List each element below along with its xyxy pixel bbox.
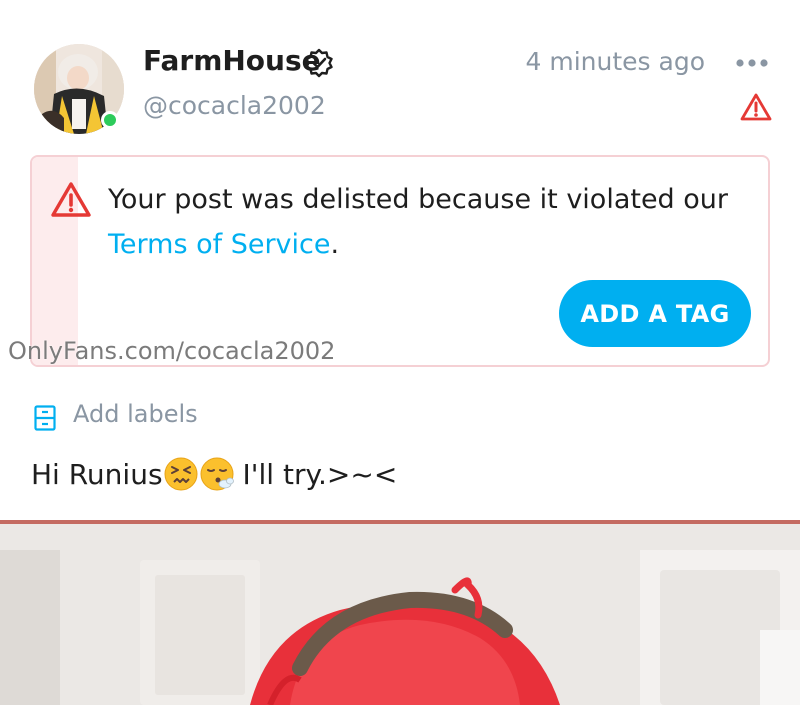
post-text: Hi Runius I'll try.>~< [31,457,397,491]
notice-message-text: Your post was delisted because it violat… [108,184,729,215]
notice-message: Your post was delisted because it violat… [108,177,748,267]
post-media-image[interactable] [0,520,800,705]
warning-icon[interactable] [740,92,772,122]
display-name[interactable]: FarmHouse [143,44,321,77]
confounded-face-emoji [164,457,198,491]
watermark: OnlyFans.com/cocacla2002 [8,337,336,365]
more-options-icon[interactable] [734,52,770,74]
warning-icon [51,182,91,217]
notice-link-suffix: . [330,229,340,260]
terms-of-service-link[interactable]: Terms of Service [108,229,331,260]
face-exhaling-emoji [200,457,234,491]
post-timestamp[interactable]: 4 minutes ago [526,47,705,76]
add-labels-link[interactable]: Add labels [73,400,198,428]
delisted-notice: Your post was delisted because it violat… [30,155,770,367]
add-a-tag-button[interactable]: ADD A TAG [559,280,751,347]
verified-icon [305,48,333,78]
post-text-suffix: I'll try.>~< [242,457,398,491]
username[interactable]: @cocacla2002 [143,91,326,120]
online-status-dot [101,111,119,129]
labels-icon[interactable] [34,405,56,431]
post-text-main: Hi Runius [31,457,163,491]
